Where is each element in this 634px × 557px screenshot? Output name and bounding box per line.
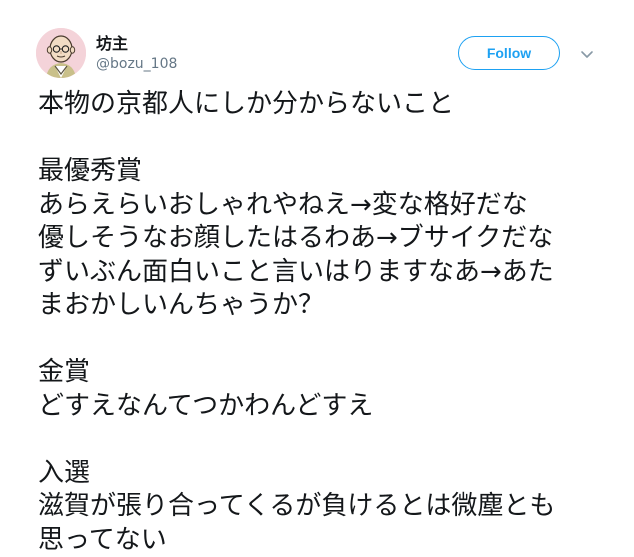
chevron-down-icon[interactable] xyxy=(577,44,597,64)
follow-button[interactable]: Follow xyxy=(458,36,560,70)
tweet-line: 入選 xyxy=(38,457,608,491)
tweet-line: まおかしいんちゃうか？ xyxy=(38,289,608,323)
screen-name[interactable]: @bozu_108 xyxy=(96,54,177,74)
tweet-line: どすえなんてつかわんどすえ xyxy=(38,390,608,424)
tweet-line: 思ってない xyxy=(38,524,608,557)
tweet-line xyxy=(38,323,608,357)
display-name[interactable]: 坊主 xyxy=(96,34,177,54)
tweet-line: 金賞 xyxy=(38,356,608,390)
tweet-line: 最優秀賞 xyxy=(38,155,608,189)
tweet-line: あらえらいおしゃれやねえ→変な格好だな xyxy=(38,189,608,223)
tweet-line xyxy=(38,423,608,457)
monk-avatar-icon[interactable] xyxy=(36,28,86,78)
tweet-header: 坊主 @bozu_108 Follow xyxy=(36,28,606,82)
tweet-line: 優しそうなお顔したはるわあ→ブサイクだな xyxy=(38,222,608,256)
tweet-line xyxy=(38,122,608,156)
user-names: 坊主 @bozu_108 xyxy=(96,34,177,74)
tweet-text: 本物の京都人にしか分からないこと 最優秀賞 あらえらいおしゃれやねえ→変な格好だ… xyxy=(38,88,608,557)
tweet-line: 滋賀が張り合ってくるが負けるとは微塵とも xyxy=(38,490,608,524)
tweet-line: 本物の京都人にしか分からないこと xyxy=(38,88,608,122)
tweet-line: ずいぶん面白いこと言いはりますなあ→あた xyxy=(38,256,608,290)
tweet-card: 坊主 @bozu_108 Follow 本物の京都人にしか分からないこと 最優秀… xyxy=(0,0,634,551)
